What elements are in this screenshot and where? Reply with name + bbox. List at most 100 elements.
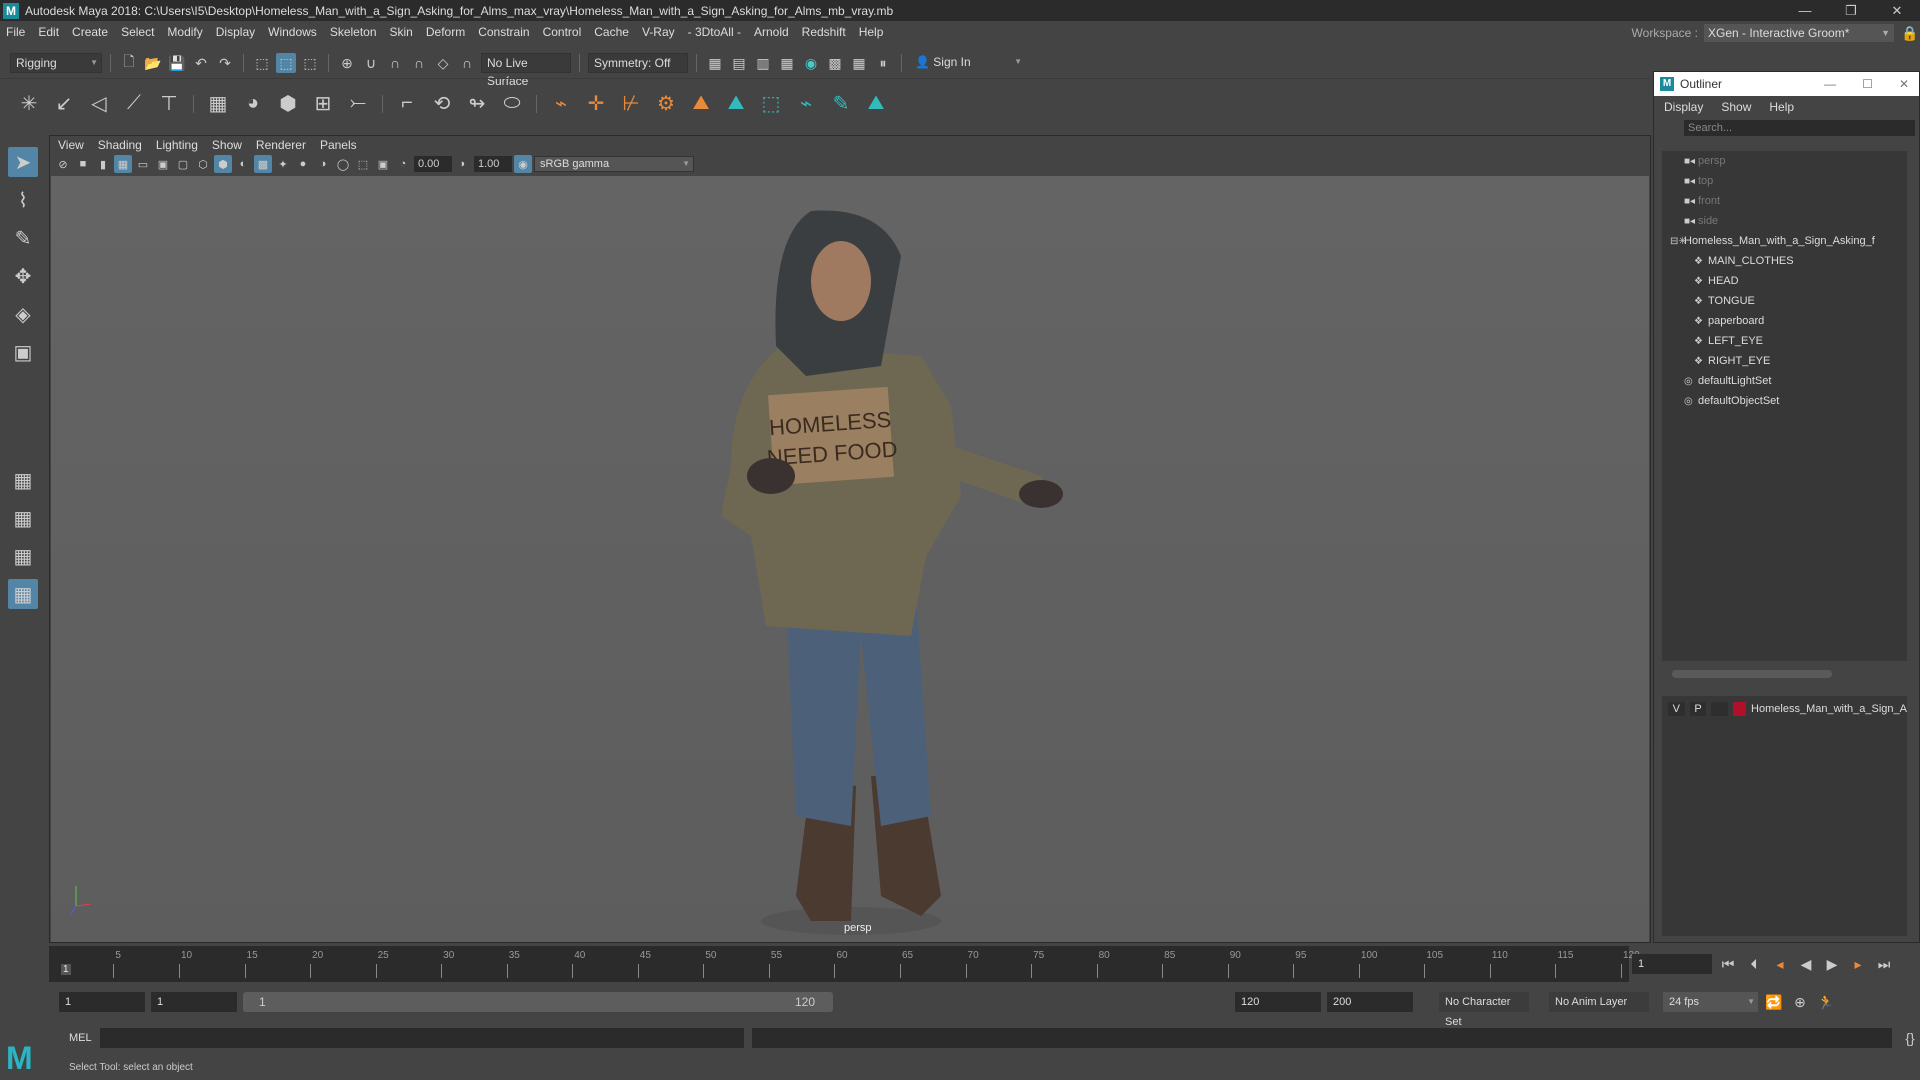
menu-windows[interactable]: Windows	[268, 25, 317, 39]
insert-joint-icon[interactable]: ⟋	[119, 89, 149, 119]
ik-spline-icon[interactable]: ◁	[84, 89, 114, 119]
mel-input[interactable]	[100, 1028, 745, 1048]
pole-icon[interactable]: ✛	[581, 89, 611, 119]
locator-icon[interactable]: ⌐	[392, 89, 422, 119]
pause-icon[interactable]: ⏸	[873, 53, 893, 73]
outliner-menu-display[interactable]: Display	[1664, 100, 1703, 114]
layout-single-icon[interactable]: ▦	[8, 465, 38, 495]
display-layer-row[interactable]: V P Homeless_Man_with_a_Sign_A	[1662, 696, 1907, 716]
grid-icon[interactable]: ▦	[114, 155, 132, 173]
panel-menu-show[interactable]: Show	[212, 138, 242, 152]
menu-display[interactable]: Display	[216, 25, 255, 39]
anim-prefs-icon[interactable]: 🏃	[1816, 992, 1836, 1012]
maximize-button[interactable]: ☐	[1862, 77, 1873, 91]
color-management-icon[interactable]: ◉	[514, 155, 532, 173]
panel-menu-shading[interactable]: Shading	[98, 138, 142, 152]
outliner-item-defaultobjectset[interactable]: ◎defaultObjectSet	[1662, 391, 1907, 411]
outliner-item-top[interactable]: ■◂top	[1662, 171, 1907, 191]
mirror-joint-icon[interactable]: ⊤	[154, 89, 184, 119]
rotate-tool-icon[interactable]: ◈	[8, 299, 38, 329]
ipr-render-icon[interactable]: ▥	[753, 53, 773, 73]
motion-blur-icon[interactable]: ◯	[334, 155, 352, 173]
menu-cache[interactable]: Cache	[594, 25, 629, 39]
snap-grid-icon[interactable]: ⊕	[337, 53, 357, 73]
open-scene-icon[interactable]: 📂	[143, 53, 163, 73]
layer-type-toggle[interactable]	[1711, 702, 1728, 716]
outliner-menu-help[interactable]: Help	[1769, 100, 1794, 114]
mel-label[interactable]: MEL	[69, 1032, 92, 1044]
safe-action-icon[interactable]: ▢	[174, 155, 192, 173]
hypershade-icon[interactable]: ◉	[801, 53, 821, 73]
render-view-icon[interactable]: ▦	[777, 53, 797, 73]
range-slider[interactable]: 1 120	[243, 992, 833, 1012]
snap-live-icon[interactable]: ∩	[457, 53, 477, 73]
isolate-select-icon[interactable]: ⬚	[354, 155, 372, 173]
aim-icon[interactable]: ↬	[462, 89, 492, 119]
menu-3dtoall[interactable]: - 3DtoAll -	[688, 25, 741, 39]
lights-icon[interactable]: ✦	[274, 155, 292, 173]
textured-icon[interactable]: ▩	[254, 155, 272, 173]
paint-weights-icon[interactable]: ⌁	[791, 89, 821, 119]
shadows-icon[interactable]: ●	[294, 155, 312, 173]
menu-modify[interactable]: Modify	[167, 25, 202, 39]
gamma-field[interactable]: 1.00	[474, 156, 512, 172]
scene-end-field[interactable]: 200	[1327, 992, 1413, 1012]
rig-icon[interactable]: ⛰	[861, 89, 891, 119]
outliner-item-front[interactable]: ■◂front	[1662, 191, 1907, 211]
redo-icon[interactable]: ↷	[215, 53, 235, 73]
move-tool-icon[interactable]: ✥	[8, 261, 38, 291]
playback-start-field[interactable]: 1	[151, 992, 237, 1012]
outliner-item-defaultlightset[interactable]: ◎defaultLightSet	[1662, 371, 1907, 391]
live-surface-field[interactable]: No Live Surface	[481, 53, 571, 73]
outliner-search-input[interactable]: Search...	[1684, 120, 1915, 136]
mesh-icon[interactable]: ⬚	[756, 89, 786, 119]
outliner-item-persp[interactable]: ■◂persp	[1662, 151, 1907, 171]
constraint-icon[interactable]: ⟲	[427, 89, 457, 119]
lattice-icon[interactable]: ◕	[238, 89, 268, 119]
layer-playback-toggle[interactable]: P	[1690, 702, 1707, 716]
restore-button[interactable]: ❐	[1828, 0, 1874, 21]
paint-select-icon[interactable]: ✎	[8, 223, 38, 253]
close-button[interactable]: ✕	[1874, 0, 1920, 21]
camera-select-icon[interactable]: ⊘	[54, 155, 72, 173]
scene-start-field[interactable]: 1	[59, 992, 145, 1012]
time-slider[interactable]: 5101520253035404550556065707580859095100…	[49, 946, 1629, 982]
current-frame-marker[interactable]: 1	[61, 964, 71, 975]
outliner-item-left_eye[interactable]: ❖LEFT_EYE	[1662, 331, 1907, 351]
menu-skin[interactable]: Skin	[390, 25, 413, 39]
step-back-frame-icon[interactable]: ◂	[1770, 954, 1790, 974]
loop-icon[interactable]: 🔁	[1764, 992, 1784, 1012]
orient-icon[interactable]: ⬭	[497, 89, 527, 119]
outliner-item-main_clothes[interactable]: ❖MAIN_CLOTHES	[1662, 251, 1907, 271]
colorspace-dropdown[interactable]: sRGB gamma	[534, 156, 694, 172]
menu-edit[interactable]: Edit	[38, 25, 59, 39]
lasso-tool-icon[interactable]: ⌇	[8, 185, 38, 215]
character-set-dropdown[interactable]: No Character Set	[1439, 992, 1529, 1012]
outliner-layout-icon[interactable]: ▦	[8, 579, 38, 609]
outliner-menu-show[interactable]: Show	[1721, 100, 1751, 114]
outliner-item-right_eye[interactable]: ❖RIGHT_EYE	[1662, 351, 1907, 371]
3d-scene[interactable]: HOMELESS NEED FOOD persp	[51, 176, 1649, 942]
play-backwards-icon[interactable]: ◀	[1796, 954, 1816, 974]
panel-menu-lighting[interactable]: Lighting	[156, 138, 198, 152]
outliner-item-paperboard[interactable]: ❖paperboard	[1662, 311, 1907, 331]
snap-view-icon[interactable]: ◇	[433, 53, 453, 73]
wireframe-icon[interactable]: ⬡	[194, 155, 212, 173]
menu-file[interactable]: File	[6, 25, 25, 39]
sculpt-icon[interactable]: ⤚	[343, 89, 373, 119]
outliner-item-root[interactable]: ⊟✳Homeless_Man_with_a_Sign_Asking_f	[1662, 231, 1907, 251]
default-material-icon[interactable]: ◐	[234, 155, 252, 173]
panel-menu-renderer[interactable]: Renderer	[256, 138, 306, 152]
outliner-item-head[interactable]: ❖HEAD	[1662, 271, 1907, 291]
xray-icon[interactable]: ▣	[374, 155, 392, 173]
vray-icon[interactable]: ▦	[849, 53, 869, 73]
workspace-dropdown[interactable]: XGen - Interactive Groom*	[1704, 24, 1894, 42]
resolution-gate-icon[interactable]: ▣	[154, 155, 172, 173]
layer-color-swatch[interactable]	[1733, 702, 1746, 716]
ik-handle-icon[interactable]: ↙	[49, 89, 79, 119]
menu-select[interactable]: Select	[121, 25, 154, 39]
select-component-icon[interactable]: ⬚	[300, 53, 320, 73]
outliner-horizontal-scrollbar[interactable]	[1662, 669, 1907, 679]
menu-skeleton[interactable]: Skeleton	[330, 25, 377, 39]
hik-icon[interactable]: ⛰	[686, 89, 716, 119]
